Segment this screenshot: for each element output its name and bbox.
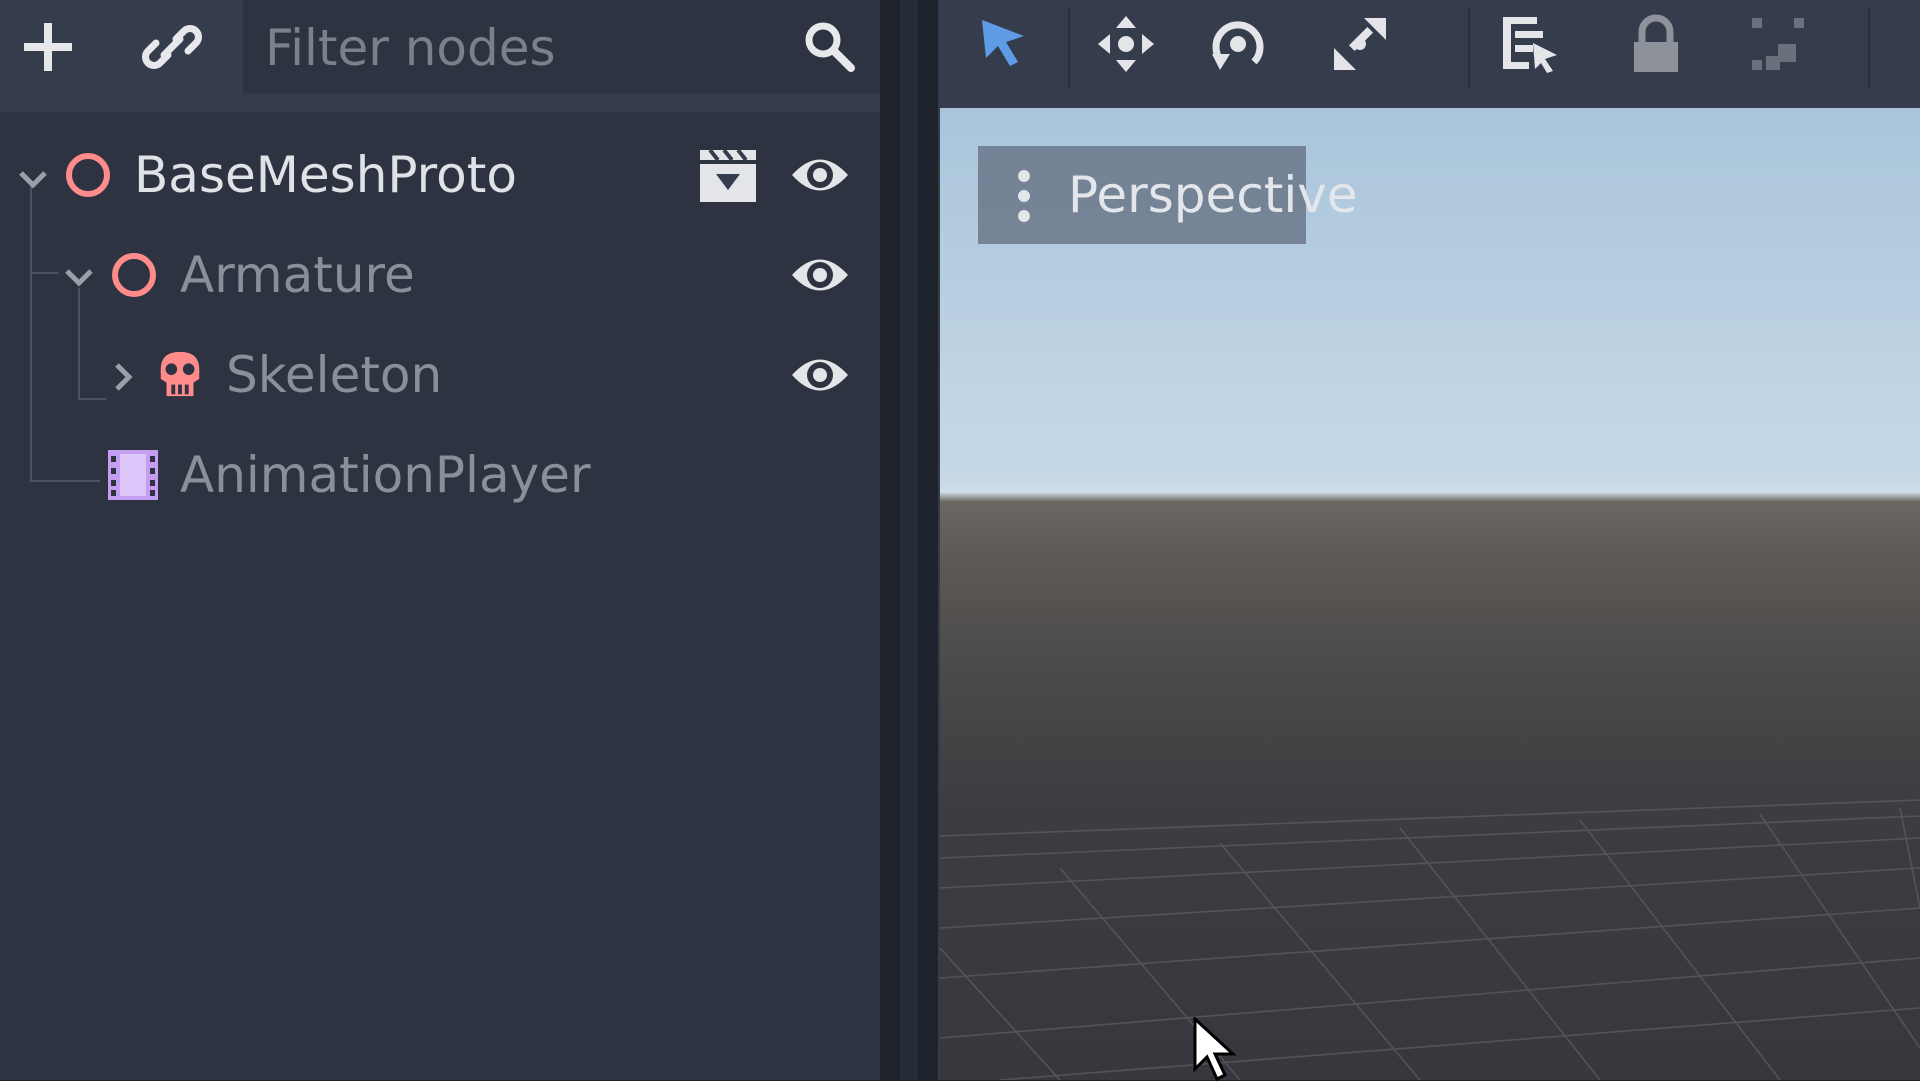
toolbar-separator — [1868, 8, 1870, 88]
group-button[interactable] — [1732, 6, 1824, 82]
search-icon — [805, 22, 855, 72]
visibility-eye-icon[interactable] — [790, 350, 850, 400]
skeleton-icon — [160, 351, 200, 397]
instance-scene-icon[interactable] — [698, 146, 758, 204]
filter-nodes-field — [243, 0, 881, 95]
chevron-down-icon[interactable] — [62, 260, 96, 294]
select-tool-button[interactable] — [958, 6, 1050, 82]
move-tool-icon — [1098, 16, 1154, 72]
lock-button[interactable] — [1610, 6, 1702, 82]
tree-item-label: Armature — [180, 246, 415, 304]
spatial-node-icon — [112, 253, 156, 297]
scene-tree: BaseMeshProto Armature Skeleton Animatio… — [0, 112, 880, 1080]
scene-dock: BaseMeshProto Armature — [0, 0, 881, 1080]
lock-icon — [1634, 14, 1678, 72]
ground-grid — [940, 799, 1920, 1080]
move-tool-button[interactable] — [1080, 6, 1172, 82]
scale-tool-button[interactable] — [1314, 6, 1406, 82]
visibility-eye-icon[interactable] — [790, 150, 850, 200]
list-select-button[interactable] — [1484, 6, 1576, 82]
tree-item-label: BaseMeshProto — [134, 146, 517, 204]
tree-item-basemeshproto[interactable]: BaseMeshProto — [0, 126, 880, 224]
toolbar-separator — [1068, 8, 1070, 88]
toolbar-separator — [1468, 8, 1470, 88]
chevron-right-icon[interactable] — [106, 360, 140, 394]
select-tool-icon — [982, 20, 1024, 66]
tree-item-label: Skeleton — [226, 346, 443, 404]
rotate-tool-button[interactable] — [1192, 6, 1284, 82]
scale-tool-icon — [1334, 18, 1386, 70]
splitter-grip[interactable] — [900, 0, 918, 1080]
perspective-label: Perspective — [1068, 166, 1358, 224]
perspective-menu-button[interactable]: Perspective — [978, 146, 1358, 244]
instance-child-scene-button[interactable] — [124, 8, 220, 86]
search-button[interactable] — [797, 14, 861, 78]
tree-item-label: AnimationPlayer — [180, 446, 591, 504]
list-select-icon — [1503, 17, 1557, 73]
vertical-dots-icon — [1018, 170, 1030, 222]
tree-item-armature[interactable]: Armature — [0, 226, 880, 324]
tree-item-animationplayer[interactable]: AnimationPlayer — [0, 426, 880, 524]
rotate-tool-icon — [1212, 21, 1264, 70]
visibility-eye-icon[interactable] — [790, 250, 850, 300]
animation-player-icon — [108, 450, 158, 500]
3d-viewport[interactable]: Perspective — [940, 108, 1920, 1080]
chevron-down-icon[interactable] — [16, 162, 50, 196]
mouse-cursor-icon — [1193, 1017, 1237, 1081]
dock-splitter[interactable] — [880, 0, 938, 1080]
tree-item-skeleton[interactable]: Skeleton — [0, 326, 880, 424]
link-icon — [142, 25, 202, 69]
add-node-button[interactable] — [0, 8, 96, 86]
spatial-node-icon — [66, 153, 110, 197]
filter-nodes-input[interactable] — [263, 0, 807, 95]
scene-dock-toolbar — [0, 0, 881, 96]
plus-icon — [24, 23, 72, 71]
group-icon — [1752, 18, 1804, 70]
